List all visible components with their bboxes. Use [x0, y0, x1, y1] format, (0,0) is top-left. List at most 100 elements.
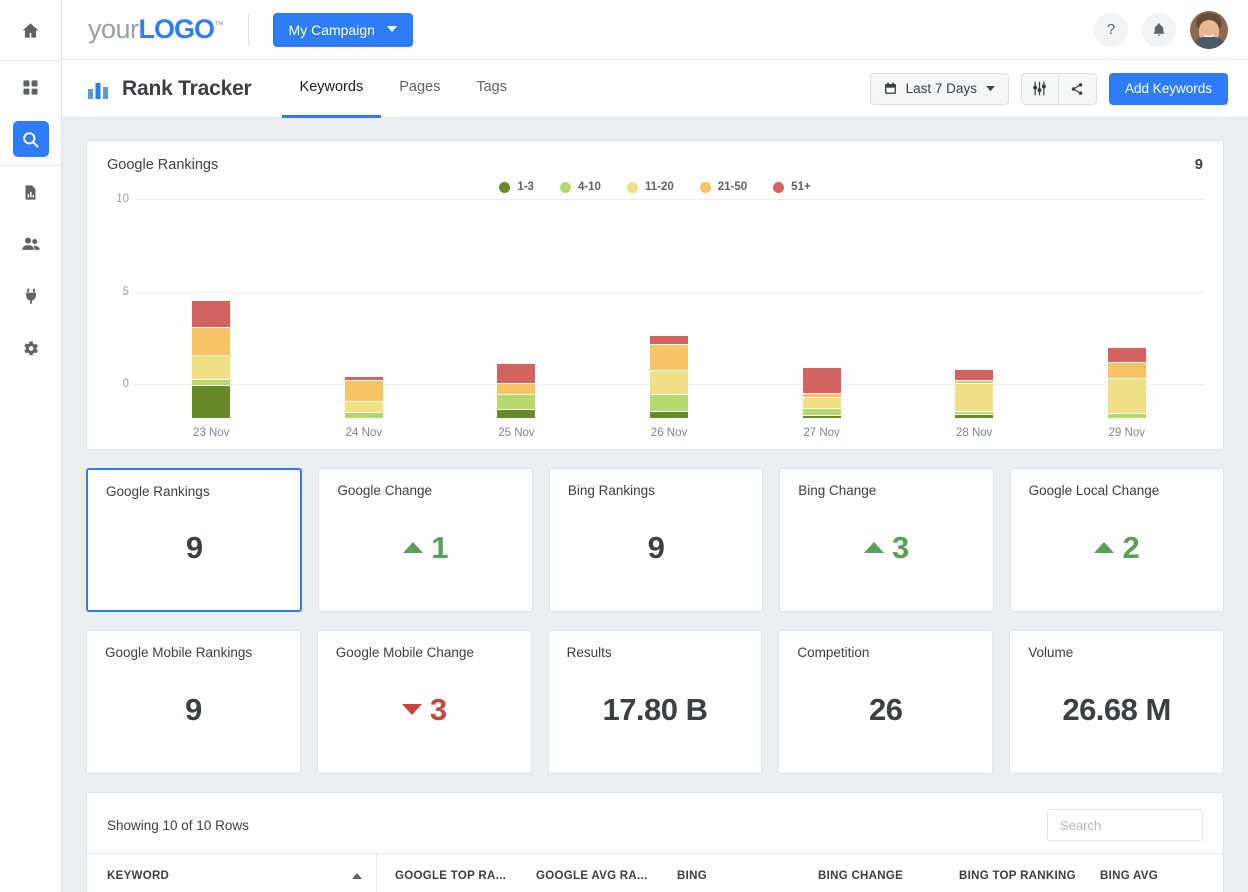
bar-segment-4-10 [497, 395, 535, 410]
kpi-label: Google Mobile Change [336, 645, 513, 660]
bar-column-25-nov[interactable] [440, 199, 593, 419]
bar-segment-4-10 [1108, 414, 1146, 419]
y-tick-0: 0 [123, 378, 129, 390]
y-tick-10: 10 [116, 193, 129, 205]
legend-item-11-20[interactable]: 11-20 [627, 181, 674, 193]
filter-button[interactable] [1021, 73, 1059, 105]
notifications-button[interactable] [1142, 13, 1176, 47]
bar-segment-4-10 [650, 395, 688, 412]
bar-column-29-nov[interactable] [1050, 199, 1203, 419]
table-toolbar: Showing 10 of 10 Rows [87, 793, 1223, 853]
tab-pages[interactable]: Pages [381, 60, 458, 118]
kpi-number: 3 [892, 530, 909, 566]
kpi-card-google-mobile-rankings[interactable]: Google Mobile Rankings9 [86, 630, 301, 774]
add-keywords-button[interactable]: Add Keywords [1109, 73, 1228, 105]
share-button[interactable] [1059, 73, 1097, 105]
table-column-header-google-avg-ra[interactable]: GOOGLE AVG RA... [518, 854, 659, 892]
people-icon [13, 226, 49, 262]
kpi-card-google-mobile-change[interactable]: Google Mobile Change 3 [317, 630, 532, 774]
kpi-card-competition[interactable]: Competition26 [778, 630, 993, 774]
kpi-label: Competition [797, 645, 974, 660]
date-range-button[interactable]: Last 7 Days [870, 73, 1009, 105]
search-input[interactable] [1047, 809, 1203, 841]
table-column-header-bing-top-ranking[interactable]: BING TOP RANKING [941, 854, 1082, 892]
kpi-label: Google Local Change [1029, 483, 1205, 498]
table-column-header-keyword[interactable]: KEYWORD [87, 854, 377, 892]
kpi-card-google-local-change[interactable]: Google Local Change2 [1010, 468, 1224, 612]
bar-column-23-nov[interactable] [135, 199, 288, 419]
kpi-card-volume[interactable]: Volume26.68 M [1009, 630, 1224, 774]
kpi-card-bing-rankings[interactable]: Bing Rankings9 [549, 468, 763, 612]
avatar[interactable] [1190, 11, 1228, 49]
kpi-label: Volume [1028, 645, 1205, 660]
legend-swatch-icon [700, 182, 711, 193]
table-column-header-bing-change[interactable]: BING CHANGE [800, 854, 941, 892]
legend-label: 11-20 [645, 181, 674, 193]
kpi-card-google-rankings[interactable]: Google Rankings9 [86, 468, 302, 612]
table-column-header-google-top-ra[interactable]: GOOGLE TOP RA... [377, 854, 518, 892]
y-tick-5: 5 [123, 286, 129, 298]
sort-ascending-icon[interactable] [352, 873, 362, 879]
tab-keywords[interactable]: Keywords [282, 60, 382, 118]
logo-bold: LOGO [139, 14, 215, 44]
table-column-header-bing[interactable]: BING [659, 854, 800, 892]
sidebar-item-home[interactable] [0, 0, 62, 60]
sidebar-group-main [0, 61, 61, 166]
sidebar-item-settings[interactable] [0, 322, 62, 374]
kpi-row-secondary: Google Mobile Rankings9Google Mobile Cha… [86, 630, 1224, 774]
bar-segment-21-50 [1108, 363, 1146, 380]
legend-swatch-icon [773, 182, 784, 193]
legend-item-4-10[interactable]: 4-10 [560, 181, 601, 193]
sidebar-item-search[interactable] [0, 113, 62, 165]
brand-logo: yourLOGO™ [88, 14, 224, 45]
bar-segment-21-50 [345, 381, 383, 402]
campaign-selector-button[interactable]: My Campaign [273, 13, 413, 47]
kpi-value: 9 [568, 498, 744, 597]
sidebar-item-apps[interactable] [0, 61, 62, 113]
trend-down-icon [402, 704, 422, 715]
bar-column-27-nov[interactable] [745, 199, 898, 419]
bar-segment-11-20 [345, 402, 383, 412]
rankings-chart-card: Google Rankings 9 1-34-1011-2021-5051+ 0… [86, 140, 1224, 450]
sub-bar: Rank Tracker Keywords Pages Tags Last 7 … [62, 60, 1248, 118]
legend-item-21-50[interactable]: 21-50 [700, 181, 747, 193]
bar-column-28-nov[interactable] [898, 199, 1051, 419]
legend-label: 51+ [791, 181, 811, 193]
sidebar-item-integrations[interactable] [0, 270, 62, 322]
bar-column-26-nov[interactable] [593, 199, 746, 419]
tab-tags[interactable]: Tags [458, 60, 525, 118]
legend-swatch-icon [499, 182, 510, 193]
rank-tracker-bars-icon [88, 79, 110, 99]
table-column-header-bing-avg[interactable]: BING AVG [1082, 854, 1223, 892]
kpi-number: 9 [186, 530, 203, 566]
kpi-label: Google Change [337, 483, 513, 498]
x-tick-label: 24 Nov [288, 419, 441, 439]
chevron-down-icon [387, 26, 397, 33]
kpi-label: Bing Rankings [568, 483, 744, 498]
kpi-card-results[interactable]: Results17.80 B [548, 630, 763, 774]
legend-item-51+[interactable]: 51+ [773, 181, 811, 193]
kpi-number: 1 [431, 530, 448, 566]
kpi-card-bing-change[interactable]: Bing Change3 [779, 468, 993, 612]
kpi-label: Results [567, 645, 744, 660]
trend-up-icon [1094, 542, 1114, 553]
column-header-label: GOOGLE AVG RA... [536, 870, 648, 882]
kpi-card-google-change[interactable]: Google Change 1 [318, 468, 532, 612]
help-button[interactable]: ? [1094, 13, 1128, 47]
kpi-value: 26.68 M [1028, 660, 1205, 759]
kpi-number: 3 [430, 692, 447, 728]
sidebar-item-reports[interactable] [0, 166, 62, 218]
sidebar-item-contacts[interactable] [0, 218, 62, 270]
legend-swatch-icon [627, 182, 638, 193]
page-title: Rank Tracker [122, 77, 252, 101]
legend-item-1-3[interactable]: 1-3 [499, 181, 534, 193]
share-icon [1070, 82, 1084, 96]
bar-segment-51+ [803, 368, 841, 394]
bar-segment-21-50 [650, 345, 688, 371]
kpi-value: 2 [1029, 498, 1205, 597]
bar-column-24-nov[interactable] [288, 199, 441, 419]
legend-label: 21-50 [718, 181, 747, 193]
kpi-value: 9 [106, 499, 282, 596]
column-header-label: GOOGLE TOP RA... [395, 870, 506, 882]
tab-keywords-label: Keywords [300, 79, 364, 95]
